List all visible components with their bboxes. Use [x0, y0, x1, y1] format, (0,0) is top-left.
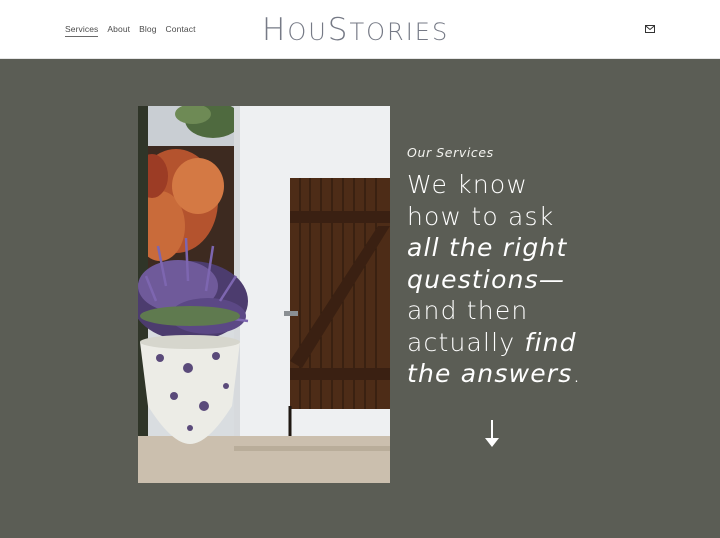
section-eyebrow: Our Services	[407, 145, 494, 160]
site-logo[interactable]: HOUSTORIES	[262, 10, 462, 50]
photo-door-and-planter	[138, 106, 390, 483]
headline-line-6-plain: actually	[407, 327, 525, 357]
nav-link-contact[interactable]: Contact	[166, 24, 196, 37]
nav-link-about[interactable]: About	[107, 24, 130, 37]
headline-line-4: questions—	[407, 264, 566, 294]
logo-letters-tories: TORIES	[349, 18, 450, 46]
services-copy: Our Services We know how to ask all the …	[407, 145, 707, 390]
site-header: Services About Blog Contact HOUSTORIES	[0, 0, 720, 59]
headline-line-7-italic: the answers	[407, 359, 573, 388]
headline-line-3: all the right	[407, 233, 568, 262]
logo-letter-s: S	[327, 12, 350, 48]
hero-photo	[138, 106, 390, 483]
arrow-down-icon[interactable]	[484, 419, 500, 449]
headline-line-6-italic: find	[524, 327, 577, 357]
hero-headline: We know how to ask all the right questio…	[407, 169, 707, 390]
logo-letters-ou: OU	[287, 18, 328, 46]
nav-link-blog[interactable]: Blog	[139, 24, 156, 37]
headline-line-5: and then	[407, 296, 529, 325]
mail-icon[interactable]	[645, 25, 655, 33]
headline-line-2: how to ask	[407, 201, 555, 231]
nav-link-services[interactable]: Services	[65, 24, 99, 37]
headline-line-1: We know	[407, 170, 529, 199]
main-nav: Services About Blog Contact	[65, 24, 196, 37]
headline-line-7-end: .	[572, 359, 582, 388]
logo-letter-h: H	[262, 12, 288, 48]
